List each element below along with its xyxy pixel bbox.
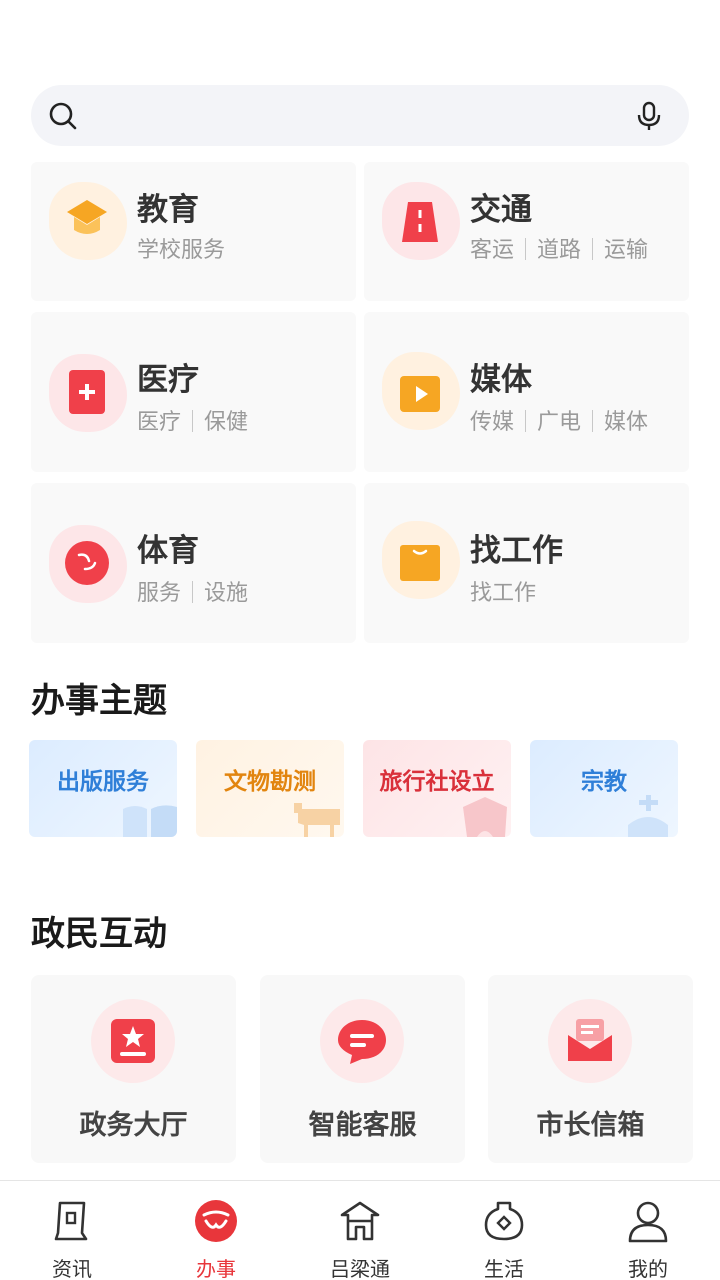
search-bar[interactable] [31, 85, 689, 146]
service-card-media[interactable]: 媒体 传媒 广电 媒体 [364, 312, 689, 472]
nav-label: 生活 [484, 1257, 524, 1280]
news-icon [54, 1201, 88, 1241]
road-icon [402, 202, 438, 242]
service-tag: 医疗 [137, 410, 182, 435]
topic-publishing[interactable]: 出版服务 [29, 740, 177, 837]
interaction-label: 政务大厅 [79, 1110, 188, 1141]
nav-label: 办事 [196, 1257, 236, 1280]
tag-divider [192, 410, 194, 432]
service-title: 交通 [470, 192, 532, 228]
service-tag: 设施 [204, 581, 249, 606]
tag-divider [525, 410, 527, 432]
user-icon [628, 1201, 668, 1243]
service-title: 医疗 [137, 362, 199, 398]
life-icon [484, 1201, 524, 1241]
service-title: 体育 [137, 533, 199, 569]
page: 教育 学校服务 交通 客运 道路 运输 医疗 医疗 保健 媒体 传媒 广电 媒体… [0, 0, 720, 1280]
government-hall-button[interactable]: 政务大厅 [31, 975, 236, 1163]
mayor-mailbox-button[interactable]: 市长信箱 [488, 975, 693, 1163]
service-card-sports[interactable]: 体育 服务 设施 [31, 483, 356, 643]
service-tags: 医疗 保健 [137, 404, 248, 436]
topic-label: 宗教 [581, 769, 627, 795]
topics-section-title: 办事主题 [31, 681, 167, 721]
search-icon[interactable] [49, 102, 77, 130]
nav-item-news[interactable]: 资讯 [0, 1181, 144, 1280]
play-icon [400, 376, 440, 412]
interaction-section-title: 政民互动 [31, 914, 167, 954]
service-tags: 传媒 广电 媒体 [470, 404, 648, 436]
artifact-icon [294, 803, 340, 837]
tag-divider [592, 410, 594, 432]
nav-item-affairs[interactable]: 办事 [144, 1181, 288, 1280]
briefcase-icon [400, 545, 440, 581]
interaction-label: 智能客服 [308, 1110, 417, 1141]
topic-label: 出版服务 [57, 769, 149, 795]
church-icon [628, 795, 668, 837]
interaction-label: 市长信箱 [536, 1110, 645, 1141]
topic-label: 旅行社设立 [379, 769, 495, 795]
affairs-icon [195, 1200, 237, 1242]
service-tag: 学校服务 [137, 238, 226, 263]
nav-label: 我的 [628, 1257, 668, 1280]
medical-cross-icon [69, 370, 105, 414]
chat-icon [338, 1020, 386, 1064]
graduation-cap-icon [67, 200, 107, 234]
service-tag: 客运 [470, 238, 515, 263]
nav-item-lvliangtong[interactable]: 吕梁通 [288, 1181, 432, 1280]
book-icon [123, 805, 177, 837]
service-tags: 找工作 [470, 575, 536, 607]
hall-icon [111, 1019, 155, 1063]
nav-label: 资讯 [52, 1257, 92, 1280]
topic-artifact-survey[interactable]: 文物勘测 [196, 740, 344, 837]
smart-service-button[interactable]: 智能客服 [260, 975, 465, 1163]
ball-icon [65, 541, 109, 585]
service-tag: 服务 [137, 581, 182, 606]
service-tag: 广电 [537, 410, 582, 435]
topic-label: 文物勘测 [224, 769, 316, 795]
service-tag: 道路 [537, 238, 582, 263]
service-card-education[interactable]: 教育 学校服务 [31, 162, 356, 301]
service-title: 教育 [137, 192, 199, 228]
nav-label: 吕梁通 [330, 1257, 390, 1280]
tag-divider [192, 581, 194, 603]
service-tags: 客运 道路 运输 [470, 232, 648, 264]
microphone-icon[interactable] [636, 101, 662, 131]
topic-religion[interactable]: 宗教 [530, 740, 678, 837]
service-tag: 运输 [604, 238, 649, 263]
service-card-medical[interactable]: 医疗 医疗 保健 [31, 312, 356, 472]
service-tag: 传媒 [470, 410, 515, 435]
service-tag: 媒体 [604, 410, 649, 435]
service-tag: 找工作 [470, 581, 537, 606]
mailbox-icon [568, 1019, 612, 1061]
tag-divider [525, 238, 527, 260]
topic-travel-agency[interactable]: 旅行社设立 [363, 740, 511, 837]
gate-icon [340, 1201, 380, 1241]
service-title: 找工作 [470, 533, 563, 569]
building-icon [463, 797, 507, 837]
nav-item-mine[interactable]: 我的 [576, 1181, 720, 1280]
service-card-traffic[interactable]: 交通 客运 道路 运输 [364, 162, 689, 301]
service-card-jobs[interactable]: 找工作 找工作 [364, 483, 689, 643]
service-tag: 保健 [204, 410, 249, 435]
nav-item-life[interactable]: 生活 [432, 1181, 576, 1280]
bottom-nav: 资讯 办事 吕梁通 生活 我的 [0, 1180, 720, 1280]
service-tags: 学校服务 [137, 232, 225, 264]
tag-divider [592, 238, 594, 260]
service-tags: 服务 设施 [137, 575, 248, 607]
service-title: 媒体 [470, 362, 532, 398]
